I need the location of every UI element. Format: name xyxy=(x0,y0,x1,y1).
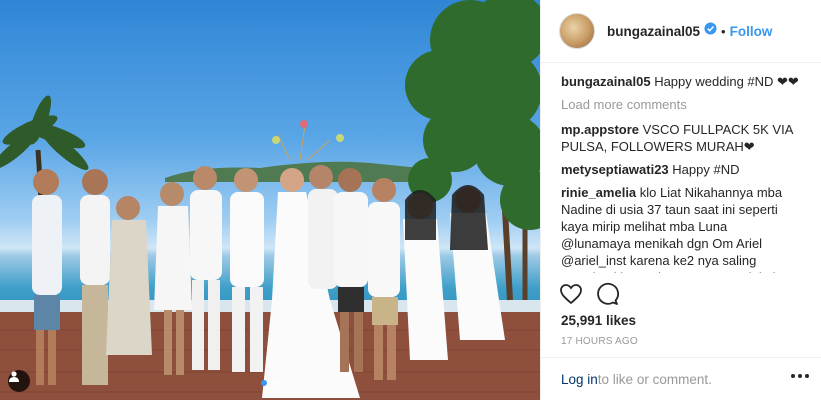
caption: bungazainal05 Happy wedding #ND ❤❤ xyxy=(561,73,799,90)
comment-item: rinie_amelia klo Liat Nikahannya mba Nad… xyxy=(561,184,799,273)
carousel-dot-active xyxy=(261,380,267,386)
comment-item: mp.appstore VSCO FULLPACK 5K VIA PULSA, … xyxy=(561,121,799,155)
login-prompt-text: to like or comment. xyxy=(597,371,712,387)
comment-username[interactable]: rinie_amelia xyxy=(561,185,636,200)
caption-username[interactable]: bungazainal05 xyxy=(561,74,651,89)
avatar[interactable] xyxy=(559,13,595,49)
post-photo[interactable] xyxy=(0,0,540,400)
comment-icon[interactable] xyxy=(595,282,619,311)
comment-item: metyseptiawati23 Happy #ND xyxy=(561,161,799,178)
post-footer: Log in to like or comment. xyxy=(541,357,821,400)
post-header: bungazainal05 • Follow xyxy=(541,0,821,63)
user-tag-icon[interactable] xyxy=(8,370,30,392)
comment-username[interactable]: metyseptiawati23 xyxy=(561,162,669,177)
header-username[interactable]: bungazainal05 xyxy=(607,24,700,39)
login-link[interactable]: Log in xyxy=(561,372,598,387)
comment-username[interactable]: mp.appstore xyxy=(561,122,639,137)
post-side-panel: bungazainal05 • Follow bungazainal05 Hap… xyxy=(540,0,821,400)
comments-section: bungazainal05 Happy wedding #ND ❤❤ Load … xyxy=(541,63,821,273)
load-more-comments-link[interactable]: Load more comments xyxy=(561,96,799,113)
header-separator: • xyxy=(721,23,726,39)
more-options-icon[interactable] xyxy=(791,374,809,378)
verified-badge-icon xyxy=(704,22,717,40)
post-timestamp: 17 HOURS AGO xyxy=(561,336,638,347)
follow-button[interactable]: Follow xyxy=(730,24,773,39)
caption-text: Happy wedding #ND ❤❤ xyxy=(650,74,799,89)
carousel-dot xyxy=(271,380,277,386)
likes-count[interactable]: 25,991 likes xyxy=(561,313,636,328)
comment-text: Happy #ND xyxy=(668,162,740,177)
heart-icon[interactable] xyxy=(559,282,583,311)
carousel-indicator xyxy=(261,380,277,386)
post-actions xyxy=(559,282,619,311)
wedding-group-photo xyxy=(0,0,540,400)
